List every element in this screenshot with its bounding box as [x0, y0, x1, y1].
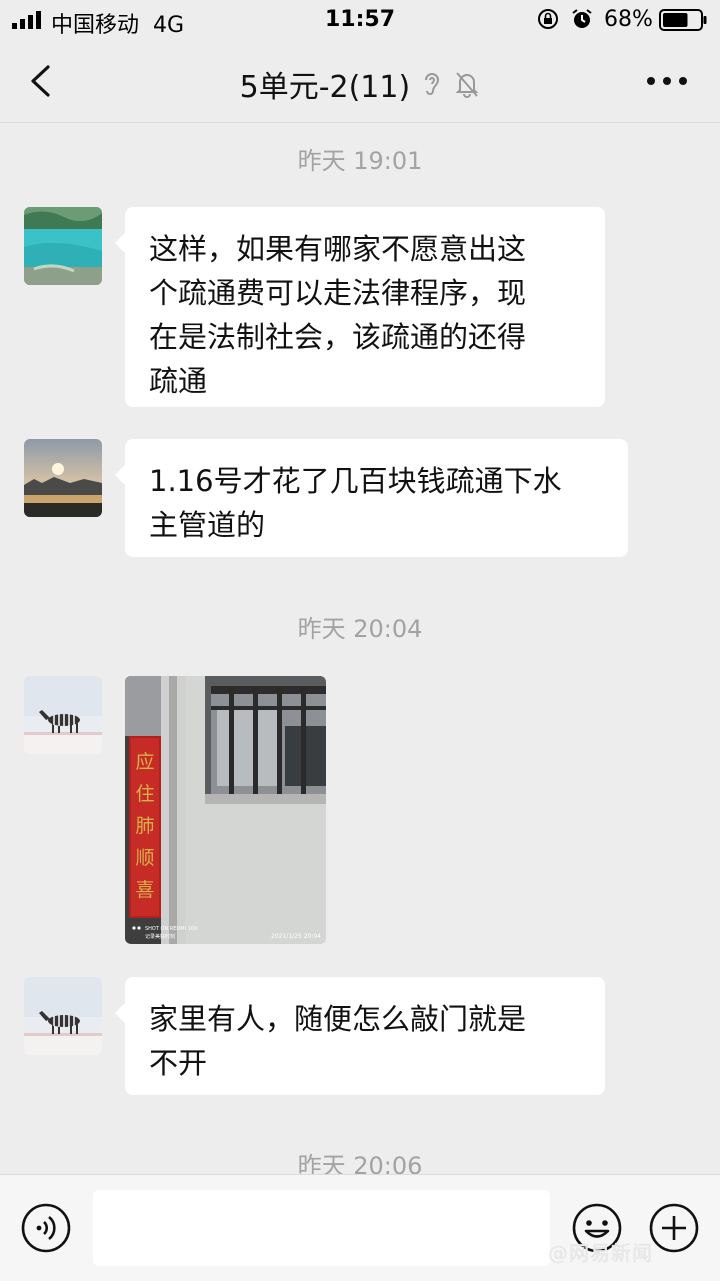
battery-icon [659, 9, 707, 31]
sunset-avatar[interactable] [24, 439, 102, 517]
message-line: 家里有人，随便怎么敲门就是 [149, 1002, 527, 1036]
message-line: 个疏通费可以走法律程序，现 [149, 276, 527, 310]
status-bar: 中国移动 4G 11:57 68% [0, 0, 720, 40]
voice-icon[interactable] [20, 1202, 72, 1254]
photo-message[interactable]: 应住肺顺喜 SHOT ON REDMI 10X 记录美好时刻 2021/1/25… [125, 676, 326, 944]
more-icon[interactable] [646, 76, 688, 86]
svg-text:SHOT ON REDMI 10X: SHOT ON REDMI 10X [145, 926, 198, 932]
lake-avatar[interactable] [24, 207, 102, 285]
plus-icon[interactable] [648, 1202, 700, 1254]
battery-percent: 68% [604, 7, 653, 32]
message-bubble[interactable]: 1.16号才花了几百块钱疏通下水 主管道的 [115, 439, 628, 557]
timestamp: 昨天 19:01 [297, 147, 423, 175]
rotation-lock-icon [538, 9, 558, 29]
svg-text:2021/1/25 20:04: 2021/1/25 20:04 [271, 933, 321, 940]
message-line: 这样，如果有哪家不愿意出这 [149, 232, 527, 266]
nav-bar: 5单元-2(11) [0, 40, 720, 123]
input-bar: @网易新闻 [0, 1174, 720, 1281]
chat-title[interactable]: 5单元-2(11) [240, 70, 411, 105]
message-line: 不开 [149, 1046, 208, 1080]
zebra-avatar[interactable] [24, 977, 102, 1055]
ear-icon [425, 73, 440, 95]
alarm-icon [572, 9, 592, 28]
title-group: 5单元-2(11) [0, 62, 720, 106]
svg-text:记录美好时刻: 记录美好时刻 [145, 933, 175, 940]
message-bubble[interactable]: 家里有人，随便怎么敲门就是 不开 [115, 977, 605, 1095]
mute-bell-icon [455, 72, 479, 98]
message-input[interactable] [93, 1190, 550, 1266]
message-line: 在是法制社会，该疏通的还得 [149, 320, 527, 354]
timestamp: 昨天 20:04 [297, 615, 423, 643]
watermark: @网易新闻 [548, 1241, 653, 1265]
message-line: 疏通 [149, 364, 208, 398]
message-line: 主管道的 [149, 508, 266, 542]
message-bubble[interactable]: 这样，如果有哪家不愿意出这 个疏通费可以走法律程序，现 在是法制社会，该疏通的还… [115, 207, 605, 407]
zebra-avatar[interactable] [24, 676, 102, 754]
message-line: 1.16号才花了几百块钱疏通下水 [149, 464, 562, 498]
